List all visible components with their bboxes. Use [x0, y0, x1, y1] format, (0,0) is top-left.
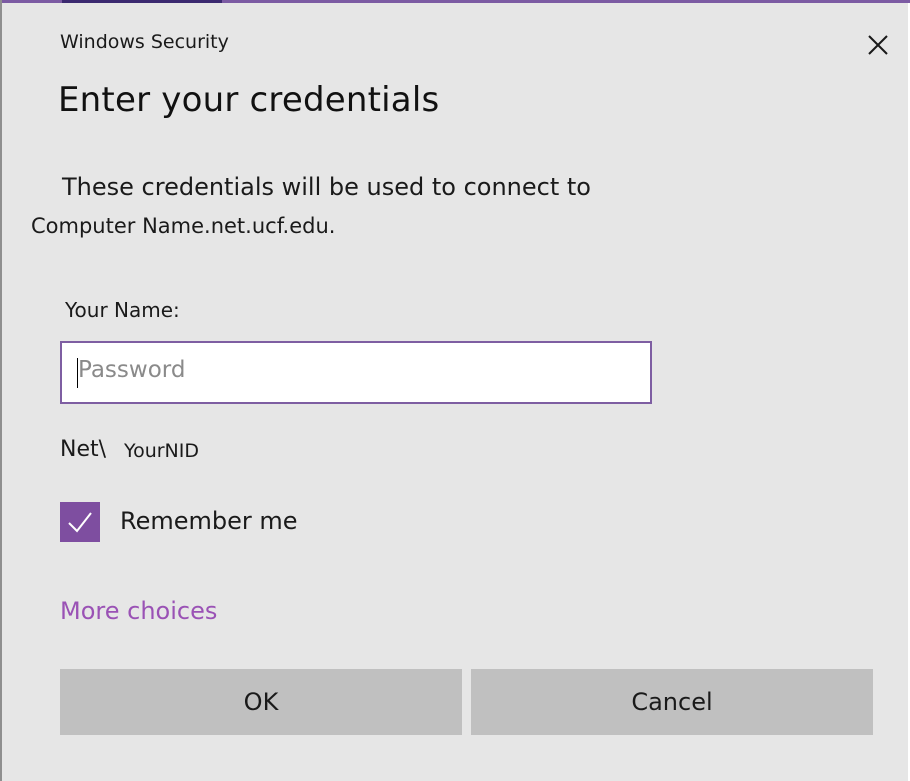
close-button[interactable]	[858, 25, 898, 65]
domain-username: YourNID	[124, 440, 200, 462]
your-name-label: Your Name:	[65, 298, 180, 322]
dialog-description-line2: Computer Name.net.ucf.edu.	[31, 214, 336, 238]
ok-button[interactable]: OK	[60, 669, 462, 735]
password-input[interactable]	[78, 357, 640, 383]
window-top-accent-dark	[62, 0, 222, 3]
checkmark-icon	[68, 512, 92, 533]
dialog-heading: Enter your credentials	[58, 80, 440, 120]
more-choices-link[interactable]: More choices	[60, 597, 217, 625]
cancel-button[interactable]: Cancel	[471, 669, 873, 735]
close-icon	[868, 35, 888, 55]
password-field-box[interactable]	[60, 341, 652, 404]
credentials-dialog: Windows Security Enter your credentials …	[0, 0, 910, 781]
window-title: Windows Security	[60, 31, 229, 53]
dialog-description-line1: These credentials will be used to connec…	[62, 173, 591, 201]
remember-me-label[interactable]: Remember me	[120, 507, 298, 535]
remember-me-checkbox[interactable]	[60, 502, 100, 542]
domain-prefix: Net\	[60, 437, 107, 462]
